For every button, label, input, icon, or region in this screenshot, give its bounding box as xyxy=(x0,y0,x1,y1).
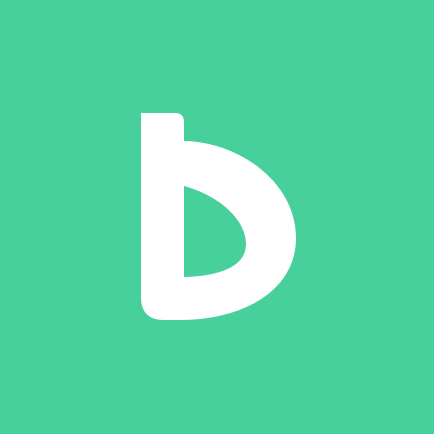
app-icon xyxy=(0,0,434,434)
b-logo-icon xyxy=(0,0,434,434)
logo-background xyxy=(0,0,434,434)
